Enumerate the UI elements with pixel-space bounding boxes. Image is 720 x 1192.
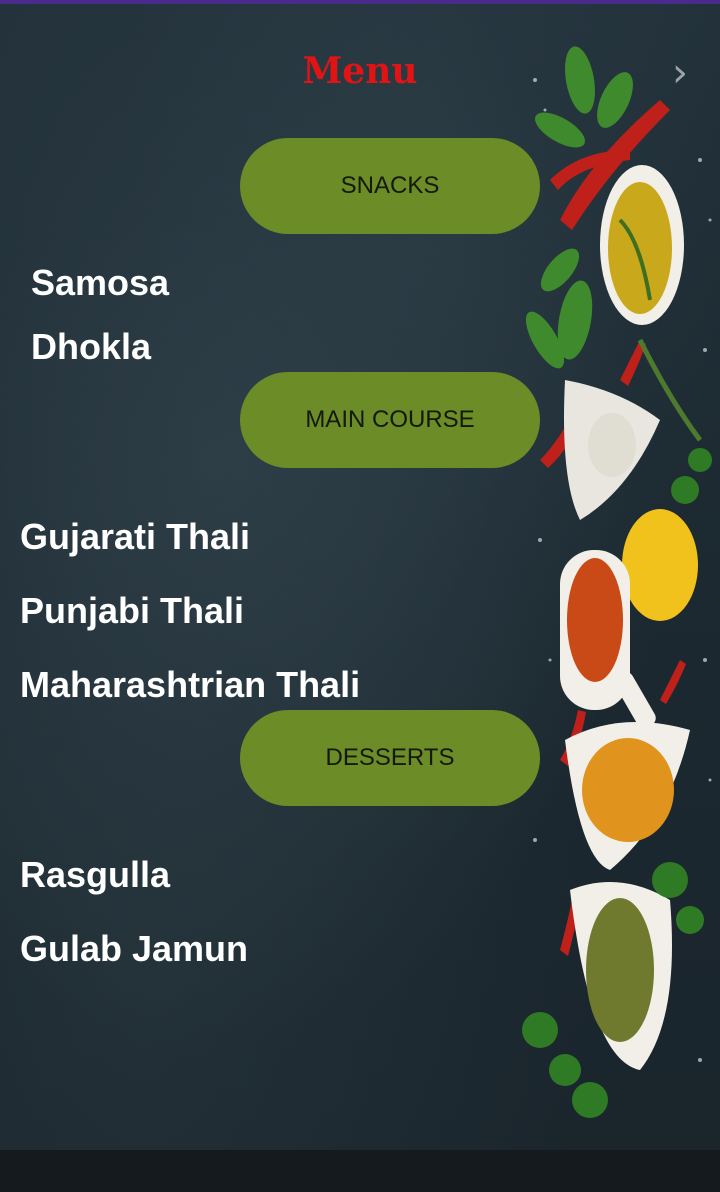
menu-item-samosa: Samosa <box>31 262 170 303</box>
menu-item-rasgulla: Rasgulla <box>20 854 171 895</box>
menu-item-dhokla: Dhokla <box>31 326 152 367</box>
menu-item-gulab-jamun: Gulab Jamun <box>20 928 249 969</box>
spices-image <box>522 46 712 1118</box>
snacks-button[interactable]: SNACKS <box>240 138 540 234</box>
menu-item-punjabi-thali: Punjabi Thali <box>20 590 245 631</box>
navigation-bar <box>0 1150 720 1192</box>
desserts-button[interactable]: DESSERTS <box>240 710 540 806</box>
main-course-button[interactable]: MAIN COURSE <box>240 372 540 468</box>
page-title: Menu <box>302 50 418 92</box>
chevron-right-icon[interactable]: › <box>672 48 694 98</box>
menu-item-maharashtrian-thali: Maharashtrian Thali <box>20 664 361 705</box>
menu-item-gujarati-thali: Gujarati Thali <box>20 516 251 557</box>
